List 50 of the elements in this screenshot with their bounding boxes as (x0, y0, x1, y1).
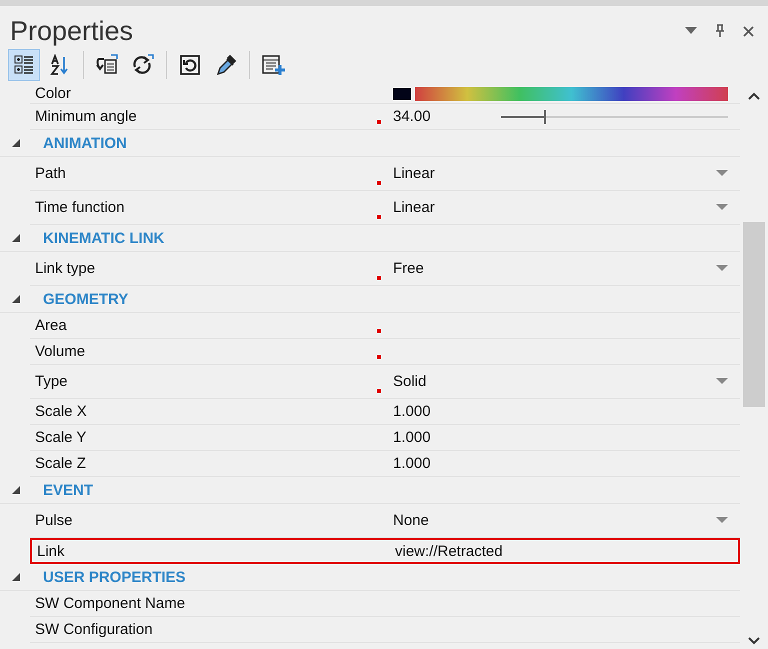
dropdown-field[interactable]: Free (393, 260, 716, 277)
dropdown-icon[interactable] (685, 27, 697, 35)
property-label: Time function (34, 199, 126, 216)
scroll-down-icon[interactable] (748, 637, 760, 645)
color-swatch[interactable] (393, 88, 411, 100)
property-value[interactable]: 1.000 (393, 455, 431, 472)
collapse-icon[interactable] (12, 572, 21, 582)
dropdown-arrow-icon[interactable] (716, 204, 728, 211)
property-label: Type (34, 373, 69, 390)
property-label: Link type (34, 260, 96, 277)
property-label: SW Component Name (34, 595, 186, 612)
property-label: SW Configuration (34, 621, 154, 638)
panel-title: Properties (10, 16, 134, 46)
reset-icon (179, 54, 201, 76)
eyedropper-icon (215, 53, 237, 77)
property-label: Minimum angle (34, 108, 138, 125)
collapse-icon[interactable] (12, 294, 21, 304)
property-label: Color (34, 86, 72, 100)
property-value[interactable]: 1.000 (393, 403, 431, 420)
collapse-icon[interactable] (12, 486, 21, 494)
close-icon[interactable] (743, 26, 754, 36)
dropdown-arrow-icon[interactable] (716, 378, 728, 385)
categorized-button[interactable] (8, 49, 40, 81)
property-label: Volume (34, 343, 86, 360)
dropdown-arrow-icon[interactable] (716, 170, 728, 177)
import-icon (95, 54, 119, 76)
property-label: Scale Z (34, 455, 87, 472)
collapse-icon[interactable] (12, 138, 21, 148)
property-label: Scale X (34, 403, 88, 420)
color-spectrum[interactable] (415, 86, 728, 100)
pin-icon[interactable] (715, 24, 725, 38)
refresh-icon (131, 54, 155, 76)
property-value[interactable]: view://Retracted (395, 542, 503, 560)
property-label: Link (36, 542, 66, 560)
categorized-icon (13, 54, 35, 76)
dropdown-field[interactable]: Solid (393, 373, 716, 390)
dropdown-arrow-icon[interactable] (716, 517, 728, 524)
collapse-icon[interactable] (12, 234, 21, 242)
dropdown-arrow-icon[interactable] (716, 265, 728, 272)
property-label: Path (34, 165, 67, 182)
property-value[interactable]: 34.00 (393, 108, 431, 125)
dropdown-field[interactable]: Linear (393, 199, 716, 216)
scroll-up-icon[interactable] (748, 92, 760, 100)
property-label: Pulse (34, 512, 74, 529)
add-property-icon (261, 54, 285, 76)
dropdown-field[interactable]: Linear (393, 165, 716, 182)
dropdown-field[interactable]: None (393, 512, 716, 529)
property-label: Scale Y (34, 429, 88, 446)
property-label: Area (34, 317, 68, 334)
property-value[interactable]: 1.000 (393, 429, 431, 446)
